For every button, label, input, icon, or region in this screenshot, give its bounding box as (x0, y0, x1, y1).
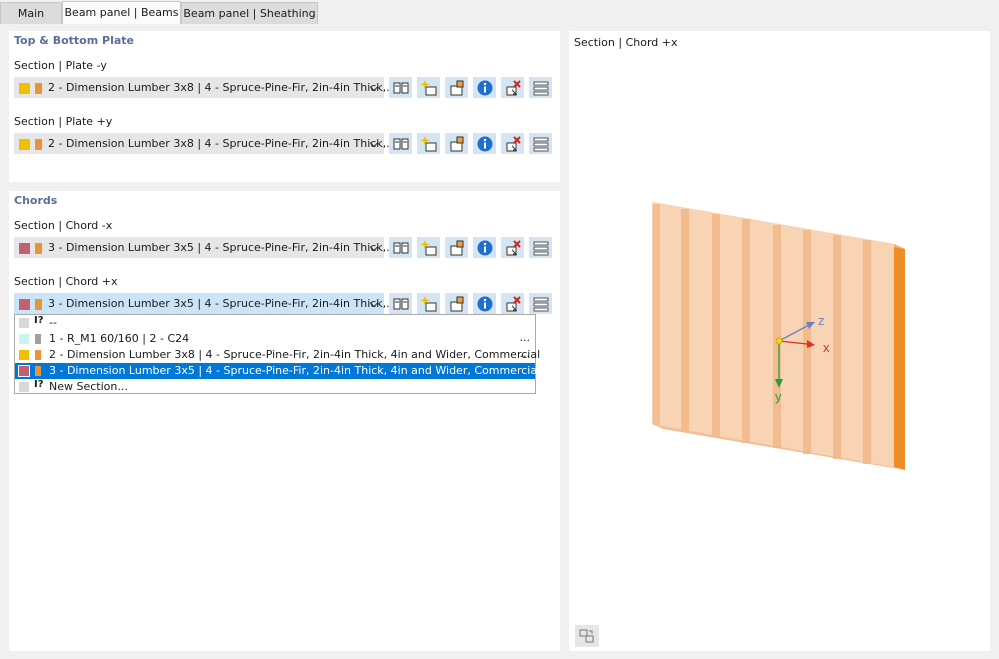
material-color-swatch (35, 299, 42, 310)
section-color-swatch (19, 139, 30, 150)
dropdown-option-2[interactable]: 2 - Dimension Lumber 3x8 | 4 - Spruce-Pi… (15, 347, 540, 363)
tab-main[interactable]: Main (0, 2, 62, 24)
unknown-section-icon: I? (34, 315, 44, 326)
edit-section-icon[interactable] (445, 77, 468, 98)
plate-minus-y-value: 2 - Dimension Lumber 3x8 | 4 - Spruce-Pi… (48, 81, 397, 94)
chords-title: Chords (14, 194, 58, 207)
plate-plus-y-value: 2 - Dimension Lumber 3x8 | 4 - Spruce-Pi… (48, 137, 397, 150)
dropdown-option-3[interactable]: 3 - Dimension Lumber 3x5 | 4 - Spruce-Pi… (15, 363, 540, 379)
dropdown-option-label: -- (49, 316, 57, 329)
chord-plus-x-select[interactable]: 3 - Dimension Lumber 3x5 | 4 - Spruce-Pi… (14, 293, 397, 314)
info-icon[interactable] (473, 237, 496, 258)
chord-plus-x-value: 3 - Dimension Lumber 3x5 | 4 - Spruce-Pi… (48, 297, 397, 310)
edit-section-icon[interactable] (445, 237, 468, 258)
delete-selection-icon[interactable] (501, 133, 524, 154)
chords-panel: Chords Section | Chord -x 3 - Dimension … (9, 191, 560, 651)
dropdown-option-label: New Section... (49, 380, 128, 393)
list-icon[interactable] (529, 133, 552, 154)
dropdown-option-label: 2 - Dimension Lumber 3x8 | 4 - Spruce-Pi… (49, 348, 541, 361)
info-icon[interactable] (473, 77, 496, 98)
tab-bar: Main Beam panel | Beams Beam panel | She… (0, 0, 999, 24)
left-chord (653, 204, 660, 425)
more-options-icon[interactable]: ... (520, 347, 531, 360)
more-options-icon[interactable]: ... (520, 331, 531, 344)
new-section-icon[interactable] (417, 293, 440, 314)
section-color-swatch (19, 350, 29, 360)
new-section-icon: I? (34, 379, 44, 390)
library-icon[interactable] (389, 237, 412, 258)
section-dropdown-list: I? -- 1 - R_M1 60/160 | 2 - C24 ... 2 - … (14, 314, 540, 395)
stud-lines (681, 209, 871, 464)
section-color-swatch (19, 83, 30, 94)
section-color-swatch (19, 318, 29, 328)
dropdown-option-none[interactable]: I? -- (15, 315, 535, 331)
delete-selection-icon[interactable] (501, 77, 524, 98)
section-color-swatch (19, 382, 29, 392)
delete-selection-icon[interactable] (501, 293, 524, 314)
plate-plus-y-select[interactable]: 2 - Dimension Lumber 3x8 | 4 - Spruce-Pi… (14, 133, 397, 154)
list-icon[interactable] (529, 77, 552, 98)
edit-section-icon[interactable] (445, 293, 468, 314)
section-color-swatch (19, 299, 30, 310)
dropdown-option-new-section[interactable]: I? New Section... (15, 379, 535, 395)
library-icon[interactable] (389, 293, 412, 314)
top-bottom-plate-panel: Top & Bottom Plate Section | Plate -y 2 … (9, 31, 560, 182)
material-color-swatch (35, 243, 42, 254)
chord-minus-x-label: Section | Chord -x (14, 219, 113, 232)
material-color-swatch (35, 83, 42, 94)
material-color-swatch (35, 334, 41, 344)
y-axis-label: y (775, 389, 782, 404)
section-color-swatch (18, 365, 30, 377)
material-color-swatch (35, 366, 41, 376)
plate-minus-y-select[interactable]: 2 - Dimension Lumber 3x8 | 4 - Spruce-Pi… (14, 77, 397, 98)
library-icon[interactable] (389, 77, 412, 98)
plate-minus-y-label: Section | Plate -y (14, 59, 107, 72)
chord-minus-x-value: 3 - Dimension Lumber 3x5 | 4 - Spruce-Pi… (48, 241, 397, 254)
library-icon[interactable] (389, 133, 412, 154)
z-axis-label: z (818, 313, 825, 328)
section-3d-view[interactable]: x y z (569, 31, 990, 651)
plate-plus-y-label: Section | Plate +y (14, 115, 113, 128)
view-options-icon[interactable] (575, 625, 599, 647)
material-color-swatch (35, 350, 41, 360)
new-section-icon[interactable] (417, 77, 440, 98)
section-color-swatch (19, 243, 30, 254)
tab-beam-panel-beams[interactable]: Beam panel | Beams (62, 1, 181, 24)
dropdown-option-label: 3 - Dimension Lumber 3x5 | 4 - Spruce-Pi… (49, 364, 541, 377)
material-color-swatch (35, 139, 42, 150)
x-axis-label: x (823, 340, 830, 355)
section-preview-panel: Section | Chord +x x y z (569, 31, 990, 651)
info-icon[interactable] (473, 133, 496, 154)
new-section-icon[interactable] (417, 133, 440, 154)
edit-section-icon[interactable] (445, 133, 468, 154)
chord-plus-x-label: Section | Chord +x (14, 275, 118, 288)
tab-beam-panel-sheathing[interactable]: Beam panel | Sheathing (181, 2, 318, 24)
list-icon[interactable] (529, 237, 552, 258)
delete-selection-icon[interactable] (501, 237, 524, 258)
info-icon[interactable] (473, 293, 496, 314)
chord-minus-x-select[interactable]: 3 - Dimension Lumber 3x5 | 4 - Spruce-Pi… (14, 237, 397, 258)
dropdown-option-label: 1 - R_M1 60/160 | 2 - C24 (49, 332, 190, 345)
section-color-swatch (19, 334, 29, 344)
list-icon[interactable] (529, 293, 552, 314)
new-section-icon[interactable] (417, 237, 440, 258)
top-bottom-plate-title: Top & Bottom Plate (14, 34, 135, 47)
panel-side-face (894, 244, 905, 470)
dropdown-option-1[interactable]: 1 - R_M1 60/160 | 2 - C24 ... (15, 331, 535, 347)
